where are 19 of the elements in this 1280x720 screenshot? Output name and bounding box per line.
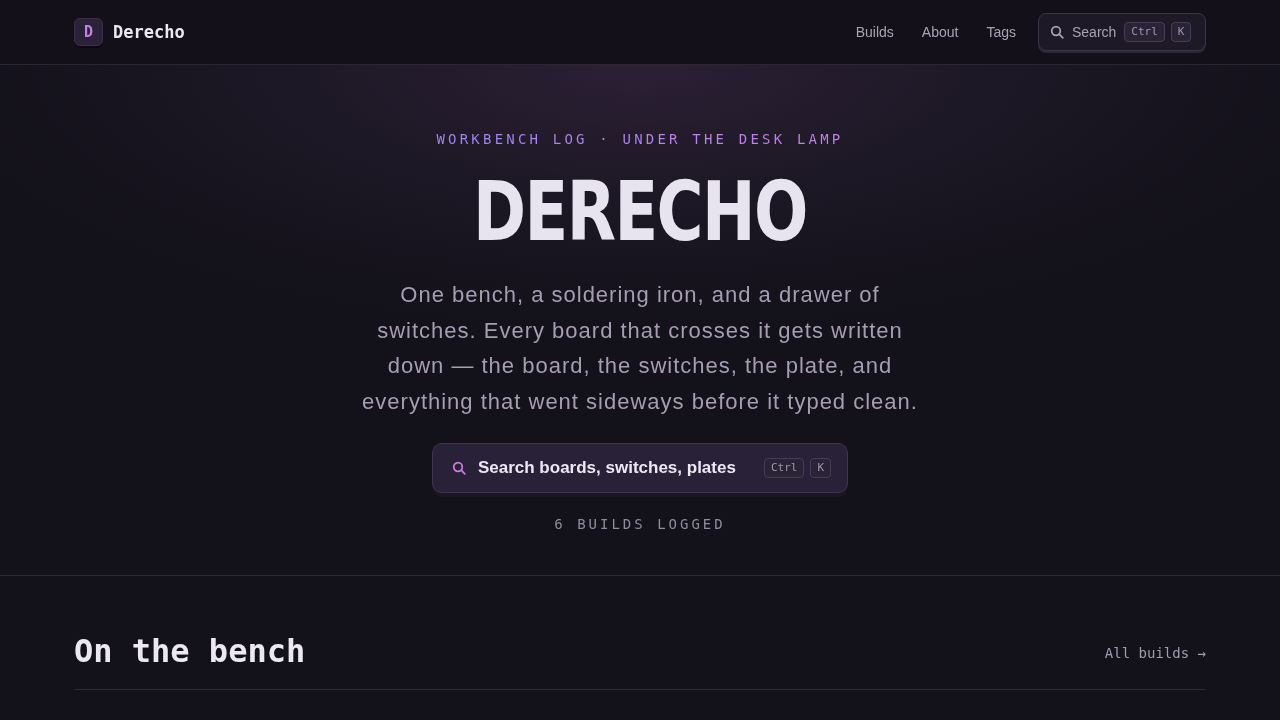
section-title: On the bench (74, 631, 306, 671)
keyboard-key: Ctrl (763, 458, 805, 478)
logo-tile: D (74, 18, 103, 46)
keyboard-key: Ctrl (1124, 22, 1165, 42)
all-builds-link[interactable]: All builds → (1104, 645, 1206, 661)
keyboard-key: K (810, 458, 832, 478)
nav-link[interactable]: Builds (855, 24, 894, 40)
search-icon (451, 461, 466, 475)
search-button[interactable]: Search Ctrl K (1038, 13, 1206, 51)
home-link[interactable]: D Derecho (74, 18, 185, 46)
keyboard-key: K (1170, 22, 1192, 42)
hero-description: One bench, a soldering iron, and a drawer of switches. Every board that crosses it gets written down — the board, the switches, the plate, and everything that went sideways before it typed clean. (361, 281, 919, 416)
site-name: Derecho (113, 22, 185, 42)
search-icon (1050, 25, 1064, 39)
hero-title: DERECHO (473, 170, 807, 254)
nav-link[interactable]: About (921, 24, 959, 40)
search-input[interactable]: Search boards, switches, plates (477, 458, 754, 478)
nav-link[interactable]: Tags (986, 24, 1016, 40)
build-count: 6 BUILDS LOGGED (554, 516, 726, 532)
